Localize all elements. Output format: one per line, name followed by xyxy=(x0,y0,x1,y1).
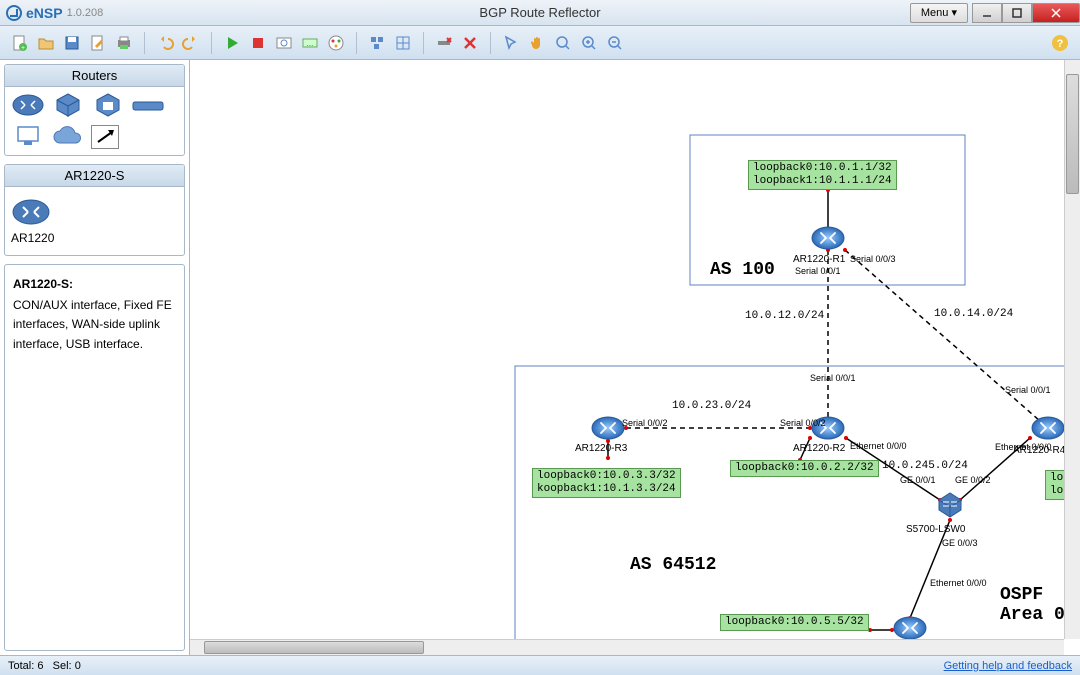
minimize-button[interactable] xyxy=(972,3,1002,23)
close-button[interactable] xyxy=(1032,3,1080,23)
zoom-fit-icon[interactable] xyxy=(551,31,575,55)
selected-router-icon[interactable] xyxy=(11,197,51,227)
save-icon[interactable] xyxy=(60,31,84,55)
svg-text:...: ... xyxy=(307,39,314,48)
area-label: AS 100 xyxy=(710,260,775,280)
zoom-out-icon[interactable] xyxy=(603,31,627,55)
node-label: AR1220-R3 xyxy=(575,443,627,454)
sidebar: Routers AR1220-S AR1220 xyxy=(0,60,190,655)
ensp-icon xyxy=(6,5,22,21)
svg-text:+: + xyxy=(21,45,25,52)
port-label: Ethernet 0/0/0 xyxy=(850,441,907,451)
firewall-icon[interactable] xyxy=(91,93,125,117)
subnet-label: 10.0.245.0/24 xyxy=(882,460,968,472)
link-icon[interactable] xyxy=(91,125,119,149)
titlebar: eNSP 1.0.208 BGP Route Reflector Menu ▾ xyxy=(0,0,1080,26)
selected-header: AR1220-S xyxy=(5,165,184,187)
port-label: Serial 0/0/2 xyxy=(780,418,826,428)
capture-icon[interactable] xyxy=(272,31,296,55)
play-icon[interactable] xyxy=(220,31,244,55)
disconnect-icon[interactable] xyxy=(432,31,456,55)
toolbar: + ... ? xyxy=(0,26,1080,60)
description-panel: AR1220-S: CON/AUX interface, Fixed FE in… xyxy=(4,264,185,651)
subnet-label: 10.0.14.0/24 xyxy=(934,308,1013,320)
canvas[interactable]: AR1220-R1AR1220-R2AR1220-R3AR1220-R4AR12… xyxy=(190,60,1080,655)
menu-button[interactable]: Menu ▾ xyxy=(910,3,968,23)
status-total: Total: 6 Sel: 0 xyxy=(8,660,81,672)
undo-icon[interactable] xyxy=(153,31,177,55)
horizontal-scrollbar[interactable] xyxy=(190,639,1064,655)
app-version: 1.0.208 xyxy=(67,7,104,19)
hand-icon[interactable] xyxy=(525,31,549,55)
palette-icon[interactable] xyxy=(324,31,348,55)
subnet-label: 10.0.12.0/24 xyxy=(745,310,824,322)
maximize-button[interactable] xyxy=(1002,3,1032,23)
port-label: Serial 0/0/1 xyxy=(810,373,856,383)
routers-panel: Routers xyxy=(4,64,185,156)
routers-header: Routers xyxy=(5,65,184,87)
router-node[interactable] xyxy=(1030,415,1066,441)
selected-device-panel: AR1220-S AR1220 xyxy=(4,164,185,256)
node-label: AR1220-R2 xyxy=(793,443,845,454)
main-area: Routers AR1220-S AR1220 xyxy=(0,60,1080,655)
help-icon[interactable]: ? xyxy=(1048,31,1072,55)
delete-icon[interactable] xyxy=(458,31,482,55)
stop-icon[interactable] xyxy=(246,31,270,55)
text-icon[interactable]: ... xyxy=(298,31,322,55)
redo-icon[interactable] xyxy=(179,31,203,55)
subnet-label: 10.0.23.0/24 xyxy=(672,400,751,412)
flat-router-icon[interactable] xyxy=(131,93,165,117)
router-node[interactable] xyxy=(892,615,928,641)
window-controls: Menu ▾ xyxy=(910,3,1080,23)
print-icon[interactable] xyxy=(112,31,136,55)
area-label: AS 64512 xyxy=(630,555,716,575)
app-logo: eNSP xyxy=(6,5,63,21)
router-cube-icon[interactable] xyxy=(51,93,85,117)
node-label: AR1220-R1 xyxy=(793,254,845,265)
port-label: Serial 0/0/3 xyxy=(850,254,896,264)
port-label: Serial 0/0/1 xyxy=(1005,385,1051,395)
router-node[interactable] xyxy=(810,225,846,251)
port-label: Serial 0/0/2 xyxy=(622,418,668,428)
loopback-annotation: loopback0:10.0.1.1/32loopback1:10.1.1.1/… xyxy=(748,160,897,190)
window-title: BGP Route Reflector xyxy=(479,5,600,20)
layout-icon[interactable] xyxy=(365,31,389,55)
zoom-in-icon[interactable] xyxy=(577,31,601,55)
svg-text:?: ? xyxy=(1057,38,1064,50)
cloud-icon[interactable] xyxy=(51,125,85,149)
desc-title: AR1220-S: xyxy=(13,275,176,294)
vertical-scrollbar[interactable] xyxy=(1064,60,1080,639)
loopback-annotation: loopback0:10.0.2.2/32 xyxy=(730,460,879,477)
router-round-icon[interactable] xyxy=(11,93,45,117)
selected-item-label: AR1220 xyxy=(11,231,178,245)
port-label: Serial 0/0/1 xyxy=(795,266,841,276)
grid-icon[interactable] xyxy=(391,31,415,55)
port-label: GE 0/0/2 xyxy=(955,475,991,485)
port-label: GE 0/0/1 xyxy=(900,475,936,485)
loopback-annotation: loopback0:10.0.3.3/32koopback1:10.1.3.3/… xyxy=(532,468,681,498)
router-node[interactable] xyxy=(590,415,626,441)
loopback-annotation: loopback0:10.0.5.5/32 xyxy=(720,614,869,631)
port-label: Ethernet 0/0/0 xyxy=(930,578,987,588)
pointer-icon[interactable] xyxy=(499,31,523,55)
statusbar: Total: 6 Sel: 0 Getting help and feedbac… xyxy=(0,655,1080,675)
new-file-icon[interactable]: + xyxy=(8,31,32,55)
help-feedback-link[interactable]: Getting help and feedback xyxy=(944,660,1072,672)
pc-icon[interactable] xyxy=(11,125,45,149)
node-label: S5700-LSW0 xyxy=(906,524,965,535)
app-name: eNSP xyxy=(26,5,63,21)
switch-node[interactable] xyxy=(935,490,965,520)
port-label: Ethernet 0/0/0 xyxy=(995,442,1052,452)
port-label: GE 0/0/3 xyxy=(942,538,978,548)
desc-body: CON/AUX interface, Fixed FE interfaces, … xyxy=(13,296,176,354)
edit-icon[interactable] xyxy=(86,31,110,55)
open-file-icon[interactable] xyxy=(34,31,58,55)
